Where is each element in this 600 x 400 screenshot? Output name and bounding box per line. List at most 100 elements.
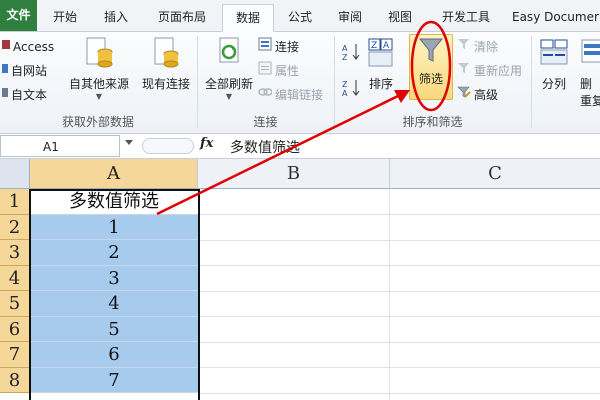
- gridline: [198, 240, 600, 241]
- cell-a1[interactable]: 多数值筛选: [30, 189, 198, 215]
- formula-bar-handle[interactable]: [142, 138, 194, 154]
- sort-za-icon: ZA: [341, 78, 363, 105]
- cell-a5[interactable]: 4: [30, 291, 198, 317]
- connections-button[interactable]: 连接: [258, 36, 299, 58]
- tab-data[interactable]: 数据: [222, 4, 274, 32]
- group-connections: 全部刷新 ▼ 连接 属性 编辑链接 连接: [198, 32, 333, 133]
- gridline: [198, 265, 600, 266]
- worksheet-grid[interactable]: A B C 1 多数值筛选 2 1 3 2 4 3 5 4 6 5 7 6 8 …: [0, 159, 600, 400]
- sort-button[interactable]: Z A 排序: [365, 36, 397, 92]
- reapply-filter-button[interactable]: 重新应用: [457, 60, 522, 82]
- column-header-a[interactable]: A: [30, 159, 198, 189]
- tab-insert[interactable]: 插入: [92, 4, 140, 30]
- gridline: [198, 214, 600, 215]
- cell-a3[interactable]: 2: [30, 240, 198, 266]
- cell-a2[interactable]: 1: [30, 214, 198, 240]
- name-box-dropdown-icon[interactable]: [125, 140, 133, 145]
- clear-filter-button[interactable]: 清除: [457, 36, 498, 58]
- refresh-all-label: 全部刷新: [204, 77, 253, 91]
- insert-function-icon[interactable]: fx: [200, 136, 213, 151]
- sort-az-icon: AZ: [341, 42, 363, 69]
- tab-home[interactable]: 开始: [42, 4, 88, 30]
- gridline: [198, 367, 600, 368]
- database-icon: [83, 36, 115, 73]
- sort-descending-button[interactable]: ZA: [341, 78, 363, 105]
- tab-view[interactable]: 视图: [378, 4, 422, 30]
- from-access-button[interactable]: Access: [2, 36, 54, 58]
- column-header-c[interactable]: C: [390, 159, 600, 189]
- access-icon: [2, 36, 10, 58]
- existing-connections-icon: [151, 36, 181, 73]
- row-header[interactable]: 2: [0, 214, 30, 240]
- group-get-external-data: Access 自网站 自文本 自其他来源 ▼ 现有连接 获取外部数据: [0, 32, 196, 133]
- properties-label: 属性: [275, 64, 300, 78]
- name-box[interactable]: A1: [0, 135, 120, 157]
- group-sort-and-filter: AZ ZA Z A 排序 筛选 清除 重新应用 高级 排序和筛选: [335, 32, 530, 133]
- ribbon-tab-bar: 文件 开始 插入 页面布局 数据 公式 审阅 视图 开发工具 Easy Docu…: [0, 0, 600, 32]
- gridline: [198, 291, 600, 292]
- existing-connections-button[interactable]: 现有连接: [138, 36, 194, 92]
- properties-icon: [258, 60, 272, 82]
- connections-label: 连接: [275, 40, 300, 54]
- dropdown-arrow-icon: ▼: [225, 92, 233, 101]
- edit-links-button[interactable]: 编辑链接: [258, 84, 323, 106]
- clear-filter-icon: [457, 36, 471, 58]
- gridline: [389, 189, 390, 400]
- clear-filter-label: 清除: [474, 40, 499, 54]
- cell-a8[interactable]: 7: [30, 367, 198, 393]
- tab-developer[interactable]: 开发工具: [430, 4, 502, 30]
- group-data-tools: 分列 删 重复: [532, 32, 600, 133]
- text-to-columns-icon: [539, 36, 569, 73]
- edit-links-label: 编辑链接: [275, 88, 324, 102]
- from-web-button[interactable]: 自网站: [2, 60, 47, 82]
- formula-input[interactable]: 多数值筛选: [230, 137, 300, 157]
- tab-review[interactable]: 审阅: [328, 4, 372, 30]
- tab-easy-document[interactable]: Easy Documer: [512, 4, 600, 30]
- group-label-connections: 连接: [253, 115, 278, 129]
- from-access-label: Access: [13, 40, 55, 54]
- row-header[interactable]: 7: [0, 342, 30, 368]
- from-other-sources-button[interactable]: 自其他来源 ▼: [66, 36, 132, 101]
- column-header-b[interactable]: B: [198, 159, 390, 189]
- row-header[interactable]: 4: [0, 265, 30, 291]
- sort-ascending-button[interactable]: AZ: [341, 42, 363, 69]
- connections-icon: [258, 36, 272, 58]
- sort-label: 排序: [368, 77, 393, 91]
- refresh-icon: [214, 36, 244, 73]
- advanced-filter-label: 高级: [474, 88, 499, 102]
- tab-page-layout[interactable]: 页面布局: [146, 4, 218, 30]
- web-icon: [2, 60, 8, 82]
- select-all-corner[interactable]: [0, 159, 30, 189]
- advanced-filter-icon: [457, 84, 471, 106]
- cell-a4[interactable]: 3: [30, 265, 198, 291]
- svg-text:A: A: [342, 44, 348, 53]
- advanced-filter-button[interactable]: 高级: [457, 84, 498, 106]
- from-text-button[interactable]: 自文本: [2, 84, 47, 106]
- text-file-icon: [2, 84, 8, 106]
- group-label-sort-and-filter: 排序和筛选: [402, 115, 463, 129]
- svg-text:Z: Z: [342, 80, 348, 89]
- row-header[interactable]: 3: [0, 240, 30, 266]
- group-label-get-external-data: 获取外部数据: [61, 115, 134, 129]
- row-header[interactable]: 1: [0, 189, 30, 215]
- from-other-sources-label: 自其他来源: [68, 77, 129, 91]
- row-header[interactable]: 5: [0, 291, 30, 317]
- filter-button[interactable]: 筛选: [409, 34, 453, 100]
- text-to-columns-label: 分列: [541, 77, 566, 91]
- row-header[interactable]: 6: [0, 316, 30, 342]
- row-header[interactable]: 8: [0, 367, 30, 393]
- properties-button[interactable]: 属性: [258, 60, 299, 82]
- text-to-columns-button[interactable]: 分列: [536, 36, 572, 92]
- cell-a6[interactable]: 5: [30, 316, 198, 342]
- existing-connections-label: 现有连接: [141, 77, 190, 91]
- refresh-all-button[interactable]: 全部刷新 ▼: [200, 36, 258, 101]
- link-icon: [258, 84, 273, 106]
- gridline: [198, 393, 600, 394]
- dropdown-arrow-icon: ▼: [95, 92, 103, 101]
- cell-a7[interactable]: 6: [30, 342, 198, 368]
- tab-formulas[interactable]: 公式: [278, 4, 322, 30]
- ribbon: Access 自网站 自文本 自其他来源 ▼ 现有连接 获取外部数据 全部刷新 …: [0, 32, 600, 134]
- remove-duplicates-button[interactable]: 删 重复: [580, 36, 600, 109]
- tab-file[interactable]: 文件: [0, 0, 37, 31]
- svg-text:A: A: [383, 41, 390, 51]
